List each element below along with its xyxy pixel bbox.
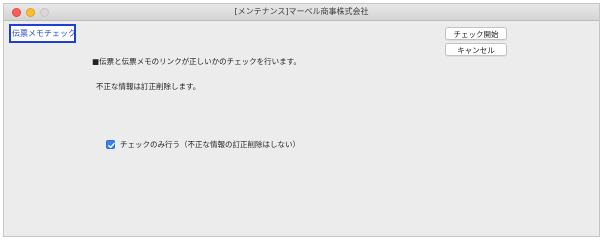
correction-note-text: 不正な情報は訂正削除します。 (96, 82, 201, 91)
app-window: [メンテナンス]マーベル商事株式会社 伝票メモチェック チェック開始 キャンセル… (3, 3, 600, 237)
window-title: [メンテナンス]マーベル商事株式会社 (234, 7, 369, 16)
check-only-option[interactable]: チェックのみ行う（不正な情報の訂正削除はしない） (106, 139, 300, 150)
screen-name-label: 伝票メモチェック (9, 24, 76, 43)
check-only-label: チェックのみ行う（不正な情報の訂正削除はしない） (120, 140, 300, 149)
start-check-button[interactable]: チェック開始 (445, 27, 507, 40)
cancel-button[interactable]: キャンセル (445, 43, 507, 56)
title-bar: [メンテナンス]マーベル商事株式会社 (4, 4, 599, 21)
description-text: ■伝票と伝票メモのリンクが正しいかのチェックを行います。 (92, 57, 301, 66)
checkmark-icon (108, 142, 115, 149)
check-only-checkbox[interactable] (106, 140, 115, 149)
